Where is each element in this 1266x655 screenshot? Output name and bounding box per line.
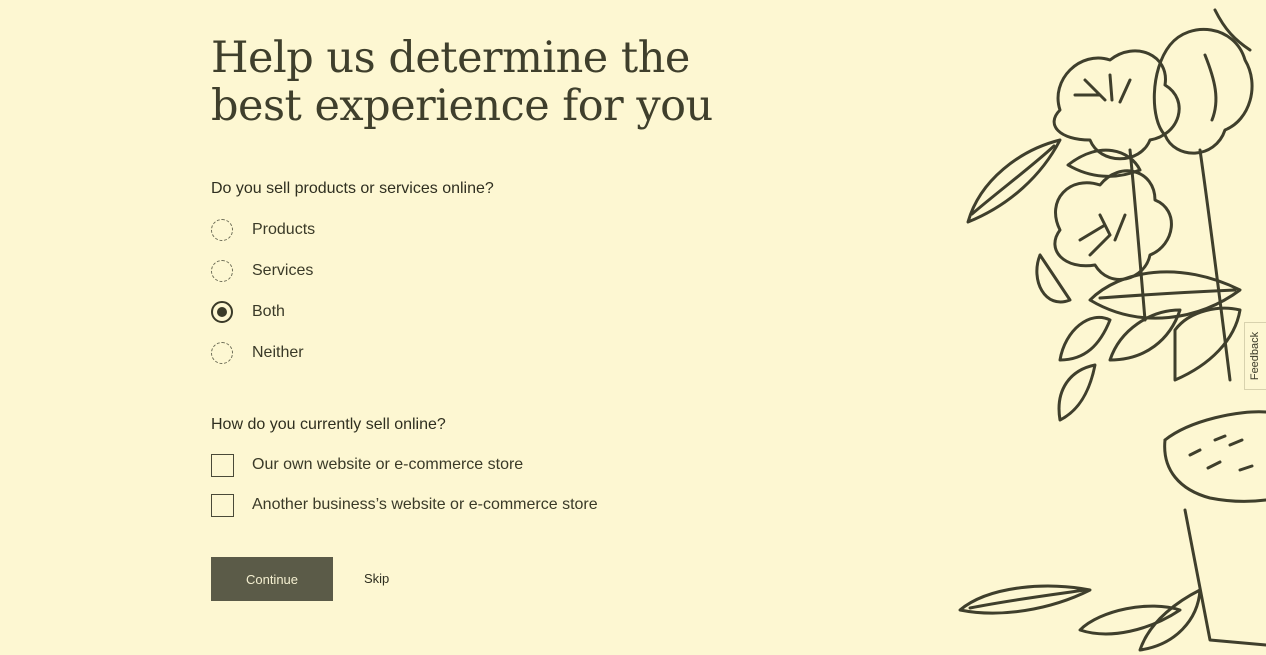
onboarding-page: Help us determine the best experience fo… [0, 0, 1266, 655]
continue-button[interactable]: Continue [211, 557, 333, 601]
question-sell-channel-label: How do you currently sell online? [211, 416, 446, 433]
plant-illustration [958, 8, 1266, 652]
radio-option-both[interactable]: Both [211, 299, 285, 325]
question-sell-type-label: Do you sell products or services online? [211, 180, 494, 197]
radio-button[interactable] [211, 342, 233, 364]
checkbox-option-own-website[interactable]: Our own website or e-commerce store [211, 452, 523, 478]
radio-option-label: Products [252, 221, 316, 238]
radio-button-selected[interactable] [211, 301, 233, 323]
radio-button[interactable] [211, 219, 233, 241]
radio-option-label: Services [252, 262, 314, 279]
checkbox-option-label: Another business’s website or e-commerce… [252, 496, 598, 513]
skip-button[interactable]: Skip [364, 571, 389, 586]
page-title: Help us determine the best experience fo… [211, 34, 713, 130]
radio-option-label: Both [252, 303, 285, 320]
radio-option-products[interactable]: Products [211, 217, 315, 243]
checkbox-option-other-business[interactable]: Another business’s website or e-commerce… [211, 492, 598, 518]
radio-option-label: Neither [252, 344, 304, 361]
page-title-line-2: best experience for you [211, 81, 713, 131]
checkbox[interactable] [211, 453, 234, 477]
radio-option-services[interactable]: Services [211, 258, 313, 284]
feedback-tab[interactable]: Feedback [1244, 322, 1266, 390]
page-title-line-1: Help us determine the [211, 33, 690, 83]
radio-option-neither[interactable]: Neither [211, 340, 304, 366]
checkbox[interactable] [211, 493, 234, 517]
checkbox-option-label: Our own website or e-commerce store [252, 456, 524, 473]
radio-button[interactable] [211, 260, 233, 282]
feedback-label: Feedback [1249, 331, 1262, 381]
